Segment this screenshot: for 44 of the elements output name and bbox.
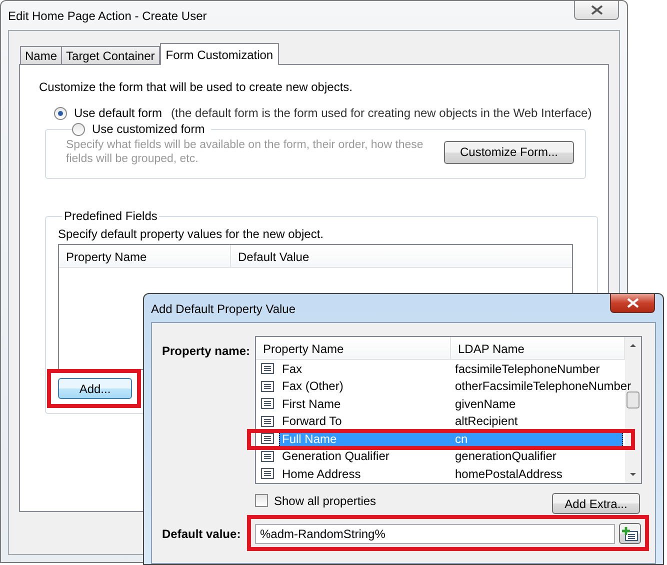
- add-button[interactable]: Add...: [58, 378, 132, 399]
- description-text: Specify default property values for the new object.: [58, 227, 324, 241]
- list-item-icon: [261, 468, 274, 480]
- close-button[interactable]: [574, 1, 619, 20]
- list-row[interactable]: Fax (Other) otherFacsimileTelephoneNumber: [279, 377, 632, 396]
- column-header[interactable]: Property Name: [256, 337, 451, 359]
- insert-button[interactable]: [619, 523, 641, 544]
- list-item-icon: [261, 380, 274, 392]
- list-item-icon: [261, 433, 274, 444]
- list-item-icon: [261, 398, 274, 410]
- field-label: Property name:: [162, 344, 252, 358]
- window-title: Add Default Property Value: [151, 302, 296, 316]
- checkbox-label[interactable]: Show all properties: [274, 494, 376, 508]
- radio-label[interactable]: Use customized form: [92, 122, 205, 136]
- list-item-icon: [261, 416, 274, 427]
- field-label: Default value:: [162, 526, 242, 540]
- list-row[interactable]: Home Address homePostalAddress: [279, 464, 623, 483]
- radio-button[interactable]: [72, 122, 85, 136]
- group-title: Predefined Fields: [64, 209, 158, 223]
- list-item-icon: [261, 363, 274, 374]
- column-header[interactable]: Property Name: [59, 245, 231, 267]
- radio-button[interactable]: [54, 106, 67, 120]
- note-text: (the default form is the form used for creating new objects in the Web Interface): [171, 106, 592, 120]
- close-icon: [626, 298, 638, 308]
- add-extra-button[interactable]: Add Extra...: [552, 493, 640, 514]
- tab[interactable]: Target Container: [61, 46, 160, 64]
- list-row[interactable]: First Name givenName: [279, 394, 623, 413]
- intro-text: Customize the form that will be used to create new objects.: [39, 80, 354, 94]
- list-row[interactable]: Forward To altRecipient: [279, 412, 623, 430]
- radio-label[interactable]: Use default form: [74, 106, 162, 120]
- window-title: Edit Home Page Action - Create User: [8, 9, 207, 23]
- list-row[interactable]: Fax facsimileTelephoneNumber: [279, 360, 623, 378]
- close-button[interactable]: [610, 294, 655, 313]
- close-icon: [590, 5, 602, 15]
- column-header[interactable]: Default Value: [231, 245, 572, 267]
- customize-form-button[interactable]: Customize Form...: [444, 140, 574, 164]
- tab[interactable]: Name: [20, 46, 62, 64]
- list-row[interactable]: Generation Qualifier generationQualifier: [279, 447, 623, 466]
- tab[interactable]: Form Customization: [160, 43, 280, 65]
- list-item-icon: [261, 450, 274, 462]
- default-value-field[interactable]: %adm-RandomString%: [255, 524, 615, 544]
- insert-icon: [622, 526, 638, 540]
- checkbox[interactable]: [255, 494, 268, 507]
- description-text: Specify what fields will be available on the form, their order, how these fields will be grouped, etc.: [66, 138, 424, 166]
